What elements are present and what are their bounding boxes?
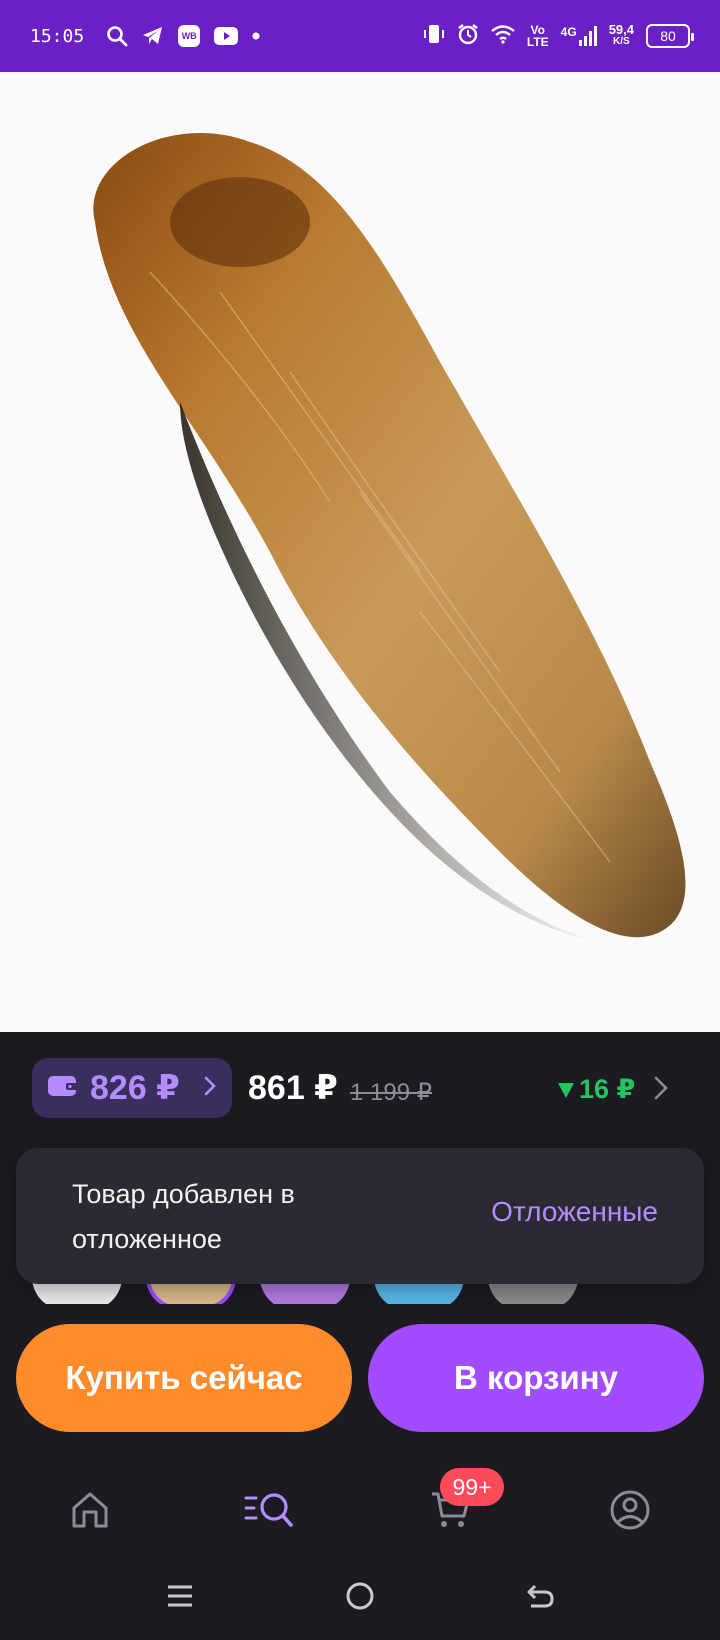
recents-button[interactable] bbox=[160, 1578, 200, 1614]
menu-icon bbox=[168, 1585, 192, 1607]
wallet-price: 826 ₽ bbox=[90, 1069, 180, 1107]
price-details-chevron-icon[interactable] bbox=[654, 1076, 668, 1105]
network-indicator: 4G bbox=[561, 26, 597, 46]
old-price: 1 199 ₽ bbox=[350, 1079, 432, 1106]
system-navigation bbox=[0, 1564, 720, 1640]
status-indicators: Vo LTE 4G 59,4 K/S 80 bbox=[423, 22, 694, 50]
profile-icon bbox=[610, 1490, 650, 1530]
battery-indicator: 80 bbox=[646, 24, 694, 48]
telegram-icon bbox=[142, 26, 164, 46]
wallet-price-button[interactable]: 826 ₽ bbox=[32, 1058, 232, 1118]
volte-bottom: LTE bbox=[526, 35, 549, 49]
battery-level: 80 bbox=[660, 28, 676, 44]
catalog-search-icon bbox=[244, 1493, 293, 1527]
alarm-icon bbox=[457, 23, 479, 50]
cart-count-badge: 99+ bbox=[440, 1468, 504, 1506]
status-bar: 15:05 WB Vo LTE 4G 59,4 K/S 80 bbox=[0, 0, 720, 72]
home-button[interactable] bbox=[340, 1578, 380, 1614]
vibrate-icon bbox=[423, 23, 445, 50]
product-image[interactable] bbox=[0, 72, 720, 1032]
toast-message: Товар добавлен в отложенное bbox=[72, 1179, 295, 1254]
network-speed: 59,4 K/S bbox=[608, 22, 634, 48]
nav-catalog-search[interactable] bbox=[240, 1482, 300, 1538]
volte-indicator: Vo LTE bbox=[527, 24, 549, 48]
back-icon bbox=[527, 1584, 554, 1608]
wildberries-label: WB bbox=[181, 31, 197, 41]
wallet-icon bbox=[48, 1074, 78, 1103]
home-icon bbox=[72, 1492, 108, 1528]
added-to-wishlist-toast: Товар добавлен в отложенное Отложенные bbox=[16, 1148, 704, 1284]
arrow-down-icon bbox=[558, 1082, 574, 1098]
product-price: 861 ₽ bbox=[248, 1069, 338, 1107]
nav-home[interactable] bbox=[60, 1482, 120, 1538]
signal-icon bbox=[578, 26, 597, 46]
chevron-right-icon bbox=[204, 1076, 216, 1101]
buy-now-button[interactable]: Купить сейчас bbox=[16, 1324, 352, 1432]
network-type: 4G bbox=[560, 25, 577, 39]
youtube-icon bbox=[214, 27, 239, 45]
wildberries-icon: WB bbox=[178, 25, 201, 47]
status-time: 15:05 bbox=[30, 25, 85, 47]
nav-profile[interactable] bbox=[600, 1482, 660, 1538]
circle-icon bbox=[346, 1582, 374, 1610]
back-button[interactable] bbox=[520, 1578, 560, 1614]
search-icon bbox=[106, 25, 128, 47]
wishlist-link[interactable]: Отложенные bbox=[491, 1196, 658, 1228]
price-bar: 826 ₽ 861 ₽ 1 199 ₽ 16 ₽ bbox=[0, 1032, 720, 1144]
price-drop[interactable]: 16 ₽ bbox=[557, 1074, 635, 1105]
wifi-icon bbox=[491, 24, 515, 49]
fox-tail-image bbox=[93, 133, 686, 942]
speed-value: 59,4 bbox=[608, 22, 634, 37]
add-to-cart-button[interactable]: В корзину bbox=[368, 1324, 704, 1432]
purchase-actions: Купить сейчас В корзину bbox=[0, 1304, 720, 1444]
price-drop-value: 16 ₽ bbox=[579, 1074, 636, 1104]
speed-unit: K/S bbox=[613, 36, 630, 47]
bottom-navigation: 99+ bbox=[0, 1444, 720, 1564]
dot-icon bbox=[252, 32, 260, 40]
